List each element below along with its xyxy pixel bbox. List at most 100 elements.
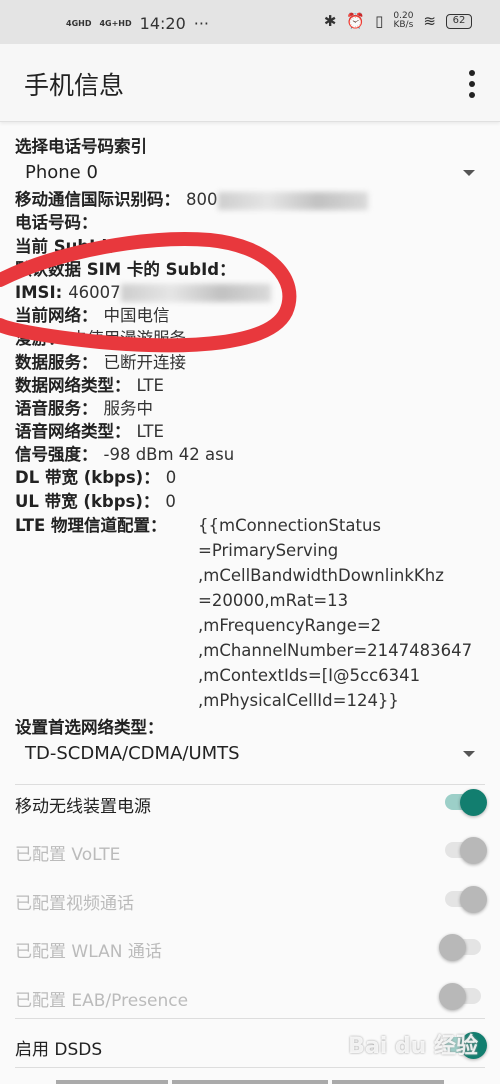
lte-config-line: ,mContextIds=[I@5cc6341: [198, 665, 421, 685]
lte-config-row: LTE 物理信道配置： {{mConnectionStatus =PrimaryS…: [15, 513, 485, 713]
toggle-label: 已配置 VoLTE: [15, 844, 121, 865]
info-key: UL 带宽 (kbps)：: [15, 491, 160, 511]
info-key: 数据网络类型：: [15, 375, 131, 395]
phone-index-value: Phone 0: [25, 162, 98, 184]
phone-index-spinner[interactable]: Phone 0: [15, 158, 485, 188]
net-speed: 0.20 KB/s: [393, 12, 413, 30]
switch-thumb: [439, 983, 466, 1010]
info-row: 语音服务： 服务中: [15, 397, 485, 420]
app-bar: 手机信息: [0, 44, 500, 122]
toggle-switch[interactable]: [445, 789, 487, 816]
battery-icon: 62: [446, 13, 472, 29]
info-key: 当前网络：: [15, 306, 98, 326]
info-row: 移动通信国际识别码： 800: [15, 188, 485, 211]
more-notifications: ···: [193, 14, 210, 33]
wifi-icon: ≋: [423, 12, 436, 30]
lte-config-line: =PrimaryServing: [198, 540, 339, 560]
info-key: 漫游：: [15, 329, 65, 349]
nav-bar-segment: [172, 1080, 328, 1084]
info-value: 已断开连接: [103, 352, 187, 372]
lte-config-line: ,mPhysicalCellId=124}}: [198, 690, 399, 710]
nav-bar-segment: [56, 1080, 168, 1084]
toggle-label: 启用 DSDS: [15, 1039, 103, 1060]
info-row: 当前网络： 中国电信: [15, 304, 485, 327]
info-row: IMSI: 46007: [15, 281, 485, 304]
info-value: 0: [165, 468, 177, 488]
toggle-row: 已配置 EAB/Presence: [15, 974, 485, 1022]
lte-config-label: LTE 物理信道配置：: [15, 515, 167, 535]
info-row: 默认数据 SIM 卡的 SubId：: [15, 258, 485, 281]
info-key: 电话号码：: [15, 213, 98, 233]
bluetooth-icon: ✱: [323, 12, 337, 30]
divider: [15, 1067, 485, 1068]
dropdown-arrow-icon: [463, 751, 475, 757]
switch-thumb: [439, 934, 466, 961]
toggle-switch: [445, 886, 487, 913]
info-row: 当前 SubId：: [15, 235, 485, 258]
lte-config-line: =20000,mRat=13: [198, 590, 349, 610]
redacted-blur: [217, 191, 368, 210]
info-value: LTE: [136, 375, 164, 395]
toggle-label: 已配置 EAB/Presence: [15, 990, 189, 1011]
network-type-spinner[interactable]: TD-SCDMA/CDMA/UMTS: [15, 739, 485, 769]
info-row: 语音网络类型： LTE: [15, 420, 485, 443]
toggle-row[interactable]: 移动无线装置电源: [15, 780, 487, 828]
toggle-label: 移动无线装置电源: [15, 796, 151, 817]
info-value: 服务中: [103, 398, 154, 418]
toggle-row: 已配置 VoLTE: [15, 828, 487, 876]
info-key: IMSI:: [15, 282, 63, 302]
info-key: DL 带宽 (kbps)：: [15, 468, 160, 488]
info-value: 中国电信: [103, 306, 170, 326]
redacted-blur: [120, 284, 271, 303]
speed-unit: KB/s: [393, 20, 414, 30]
network-type-value: TD-SCDMA/CDMA/UMTS: [25, 743, 240, 764]
info-row: 漫游： 未使用漫游服务: [15, 327, 485, 350]
alarm-icon: ⏰: [346, 12, 366, 30]
info-key: 数据服务：: [15, 352, 98, 372]
toggle-label: 已配置视频通话: [15, 893, 134, 914]
info-row: 数据网络类型： LTE: [15, 374, 485, 397]
toggle-label: 已配置 WLAN 通话: [15, 941, 162, 962]
switch-thumb: [460, 789, 487, 816]
toggle-row: 已配置 WLAN 通话: [15, 925, 485, 973]
info-key: 语音网络类型：: [15, 422, 131, 442]
nav-bar-segment: [332, 1080, 444, 1084]
more-vert-icon[interactable]: [466, 70, 478, 98]
info-row: 信号强度： -98 dBm 42 asu: [15, 443, 485, 466]
info-value: LTE: [136, 422, 164, 442]
toggle-switch: [439, 983, 481, 1010]
phone-info-content: 选择电话号码索引 Phone 0 移动通信国际识别码： 800 电话号码： 当前 Su…: [15, 135, 485, 769]
info-key: 信号强度：: [15, 445, 98, 465]
watermark: Bai du 经验: [348, 1034, 478, 1059]
clock: 14:20: [139, 14, 186, 33]
switch-thumb: [460, 886, 487, 913]
signal-icon-1: 4GHD: [66, 18, 92, 28]
toggle-row: 已配置视频通话: [15, 877, 487, 925]
toggle-switch: [439, 934, 481, 961]
info-key: 语音服务：: [15, 398, 98, 418]
info-row: UL 带宽 (kbps)： 0: [15, 490, 485, 513]
lte-config-line: ,mFrequencyRange=2: [198, 615, 382, 635]
dropdown-arrow-icon: [463, 170, 475, 177]
network-type-label: 设置首选网络类型：: [15, 717, 164, 737]
divider: [15, 1018, 485, 1019]
lte-config-line: {{mConnectionStatus: [198, 515, 382, 535]
vibrate-icon: ▯: [375, 12, 384, 30]
info-value: 0: [165, 491, 176, 511]
info-value: 800: [186, 190, 218, 210]
info-value: -98 dBm 42 asu: [103, 445, 235, 465]
info-key: 默认数据 SIM 卡的 SubId：: [15, 259, 236, 279]
info-key: 移动通信国际识别码：: [15, 190, 180, 210]
info-key: 当前 SubId：: [15, 236, 124, 256]
phone-index-label: 选择电话号码索引: [15, 137, 147, 156]
page-title: 手机信息: [24, 71, 125, 100]
lte-config-line: ,mChannelNumber=2147483647: [198, 640, 473, 660]
info-row: 电话号码：: [15, 211, 485, 234]
status-bar: 4GHD 4G+HD 14:20 ··· ✱ ⏰ ▯ 0.20 KB/s ≋ 62: [0, 0, 500, 44]
info-row: DL 带宽 (kbps)： 0: [15, 466, 485, 489]
signal-icon-2: 4G+HD: [99, 18, 132, 28]
toggle-switch: [445, 837, 487, 864]
switch-thumb: [460, 837, 487, 864]
info-value: 未使用漫游服务: [70, 329, 187, 349]
info-value: 46007: [68, 282, 121, 302]
